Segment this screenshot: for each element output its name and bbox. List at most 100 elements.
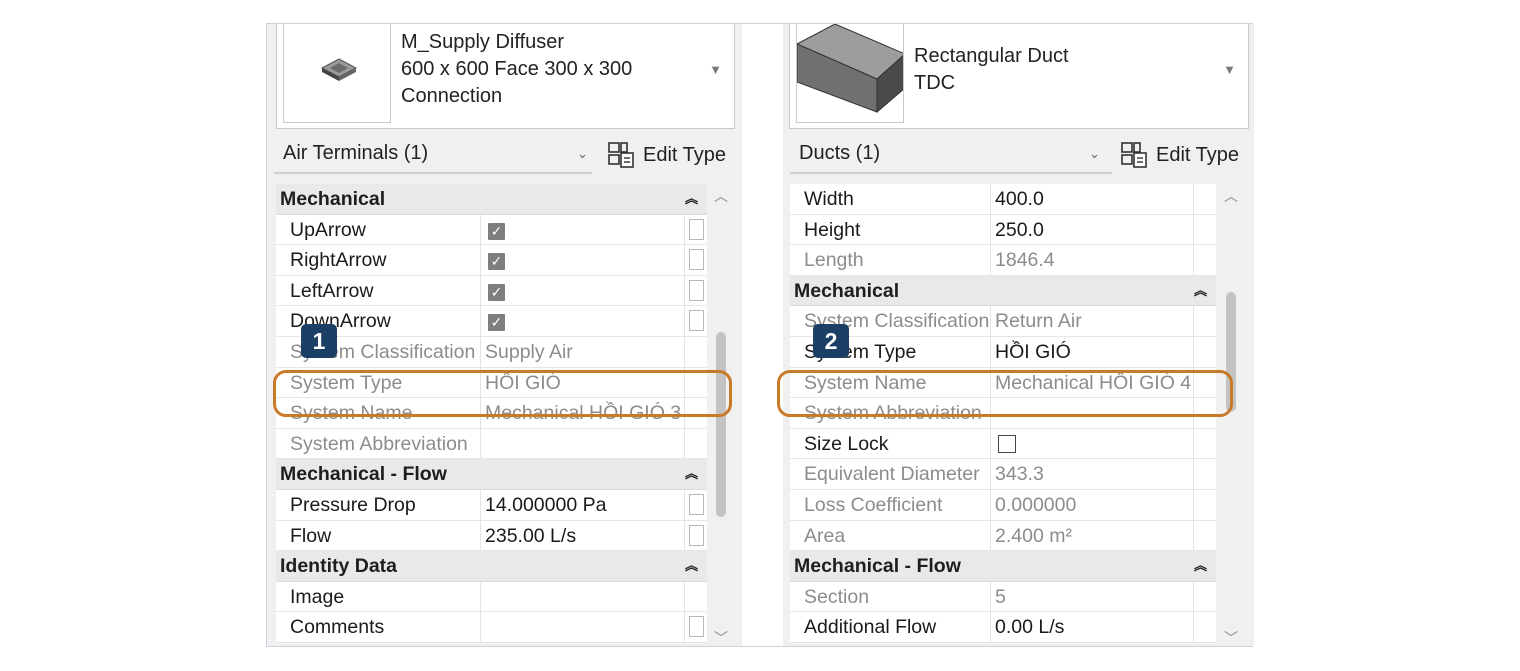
associate-parameter-cell: [684, 245, 707, 275]
edit-type-button[interactable]: Edit Type: [1120, 137, 1239, 173]
associate-parameter-button[interactable]: [689, 310, 704, 332]
associate-parameter-button[interactable]: [689, 493, 704, 515]
chevrons-up-icon[interactable]: ︽: [1194, 276, 1207, 306]
type-thumbnail: [283, 24, 391, 123]
property-name: Image: [290, 585, 345, 608]
property-value[interactable]: ✓: [480, 214, 684, 245]
property-value[interactable]: 0.00 L/s: [990, 612, 1198, 642]
chevrons-up-icon[interactable]: ︽: [1194, 551, 1207, 581]
type-family: Rectangular Duct: [914, 45, 1069, 67]
property-value: 2.400 m²: [990, 520, 1198, 551]
group-header-identity-data[interactable]: Identity Data⌃︽: [276, 551, 707, 582]
associate-parameter-cell: [684, 214, 707, 245]
property-row-height[interactable]: Height 250.0: [790, 214, 1216, 246]
type-variant: TDC: [914, 72, 956, 94]
scrollbar-thumb[interactable]: [716, 332, 726, 517]
type-selector[interactable]: Rectangular Duct TDC ▼: [789, 24, 1249, 129]
property-value[interactable]: ✓: [480, 306, 684, 336]
group-header-mechanical-flow[interactable]: Mechanical - Flow⌃︽: [790, 551, 1216, 582]
property-name: Pressure Drop: [290, 493, 416, 516]
associate-parameter-cell: [1193, 428, 1216, 459]
property-value[interactable]: 14.000000 Pa: [480, 489, 684, 520]
checkbox-checked[interactable]: ✓: [488, 253, 505, 271]
associate-parameter-button[interactable]: [689, 524, 704, 546]
group-header-mechanical-flow[interactable]: Mechanical - Flow⌃︽: [276, 459, 707, 490]
associate-parameter-cell: [1193, 520, 1216, 551]
property-value[interactable]: 235.00 L/s: [480, 520, 684, 551]
panel-divider: [742, 24, 783, 646]
chevron-down-icon[interactable]: ▼: [709, 62, 722, 77]
property-value[interactable]: ✓: [480, 245, 684, 275]
scroll-up-icon[interactable]: ︿: [1219, 186, 1243, 206]
property-value[interactable]: ✓: [480, 275, 684, 306]
property-row-leftarrow[interactable]: LeftArrow ✓: [276, 275, 707, 307]
associate-parameter-button[interactable]: [689, 279, 704, 301]
property-row-area[interactable]: Area 2.400 m²: [790, 520, 1216, 552]
property-row-downarrow[interactable]: DownArrow ✓: [276, 306, 707, 337]
group-header-mechanical[interactable]: Mechanical⌃︽: [790, 275, 1216, 307]
property-row-system-classification[interactable]: System Classification Supply Air: [276, 336, 707, 368]
property-row-pressure-drop[interactable]: Pressure Drop 14.000000 Pa: [276, 489, 707, 521]
associate-parameter-cell: [1193, 459, 1216, 489]
chevron-down-icon[interactable]: ▼: [1223, 62, 1236, 77]
chevrons-up-icon[interactable]: ︽: [685, 184, 698, 214]
property-value[interactable]: [990, 428, 1198, 459]
property-row-comments[interactable]: Comments: [276, 612, 707, 643]
chevron-down-icon[interactable]: ⌄: [577, 146, 588, 162]
edit-type-label: Edit Type: [1156, 143, 1240, 166]
associate-parameter-cell: [1193, 581, 1216, 612]
property-row-loss-coefficient[interactable]: Loss Coefficient 0.000000: [790, 489, 1216, 521]
checkbox-checked[interactable]: ✓: [488, 314, 505, 332]
property-name: Loss Coefficient: [804, 493, 943, 516]
checkbox-checked[interactable]: ✓: [488, 222, 505, 240]
edit-type-button[interactable]: Edit Type: [607, 137, 726, 173]
highlight-box: [273, 370, 732, 417]
scroll-down-icon[interactable]: ﹀: [709, 628, 733, 646]
chevrons-up-icon[interactable]: ︽: [685, 459, 698, 489]
instance-filter-dropdown[interactable]: Air Terminals (1): [274, 136, 592, 174]
property-value[interactable]: 250.0: [990, 214, 1198, 245]
chevron-down-icon[interactable]: ⌄: [1089, 146, 1100, 162]
property-value[interactable]: HỒI GIÓ: [990, 336, 1198, 367]
associate-parameter-cell: [684, 581, 707, 612]
associate-parameter-cell: [1193, 184, 1216, 214]
associate-parameter-button[interactable]: [689, 616, 704, 638]
property-row-additional-flow[interactable]: Additional Flow 0.00 L/s: [790, 612, 1216, 643]
associate-parameter-cell: [684, 306, 707, 336]
property-row-system-classification[interactable]: System Classification Return Air: [790, 306, 1216, 337]
checkbox-checked[interactable]: ✓: [488, 283, 505, 301]
edit-type-label: Edit Type: [643, 143, 727, 166]
associate-parameter-cell: [1193, 214, 1216, 245]
property-row-rightarrow[interactable]: RightArrow ✓: [276, 245, 707, 276]
property-row-system-abbreviation[interactable]: System Abbreviation: [276, 428, 707, 460]
associate-parameter-button[interactable]: [689, 218, 704, 240]
property-row-size-lock[interactable]: Size Lock: [790, 428, 1216, 460]
property-row-equivalent-diameter[interactable]: Equivalent Diameter 343.3: [790, 459, 1216, 490]
callout-badge: 1: [301, 324, 337, 358]
diffuser-icon: [320, 58, 358, 81]
instance-filter-dropdown[interactable]: Ducts (1): [790, 136, 1112, 174]
associate-parameter-button[interactable]: [689, 249, 704, 271]
type-name: Rectangular Duct TDC: [914, 43, 1069, 97]
property-value[interactable]: [480, 612, 684, 642]
property-row-image[interactable]: Image: [276, 581, 707, 613]
property-value[interactable]: 400.0: [990, 184, 1198, 214]
type-family: M_Supply Diffuser: [401, 31, 565, 53]
scroll-up-icon[interactable]: ︿: [709, 186, 733, 206]
property-row-uparrow[interactable]: UpArrow ✓: [276, 214, 707, 246]
type-size: 600 x 600 Face 300 x 300: [401, 58, 633, 80]
property-row-flow[interactable]: Flow 235.00 L/s: [276, 520, 707, 552]
type-selector[interactable]: M_Supply Diffuser 600 x 600 Face 300 x 3…: [276, 24, 735, 129]
property-row-section[interactable]: Section 5: [790, 581, 1216, 613]
property-value: Supply Air: [480, 336, 684, 367]
group-header-mechanical[interactable]: Mechanical⌃︽: [276, 184, 707, 215]
checkbox[interactable]: [998, 434, 1016, 453]
property-row-system-type[interactable]: System Type HỒI GIÓ: [790, 336, 1216, 368]
property-value[interactable]: [480, 581, 684, 612]
scroll-down-icon[interactable]: ﹀: [1219, 628, 1243, 646]
type-thumbnail: [796, 24, 904, 123]
property-row-width[interactable]: Width 400.0: [790, 184, 1216, 215]
associate-parameter-cell: [684, 612, 707, 642]
chevrons-up-icon[interactable]: ︽: [685, 551, 698, 581]
property-row-length[interactable]: Length 1846.4: [790, 245, 1216, 276]
